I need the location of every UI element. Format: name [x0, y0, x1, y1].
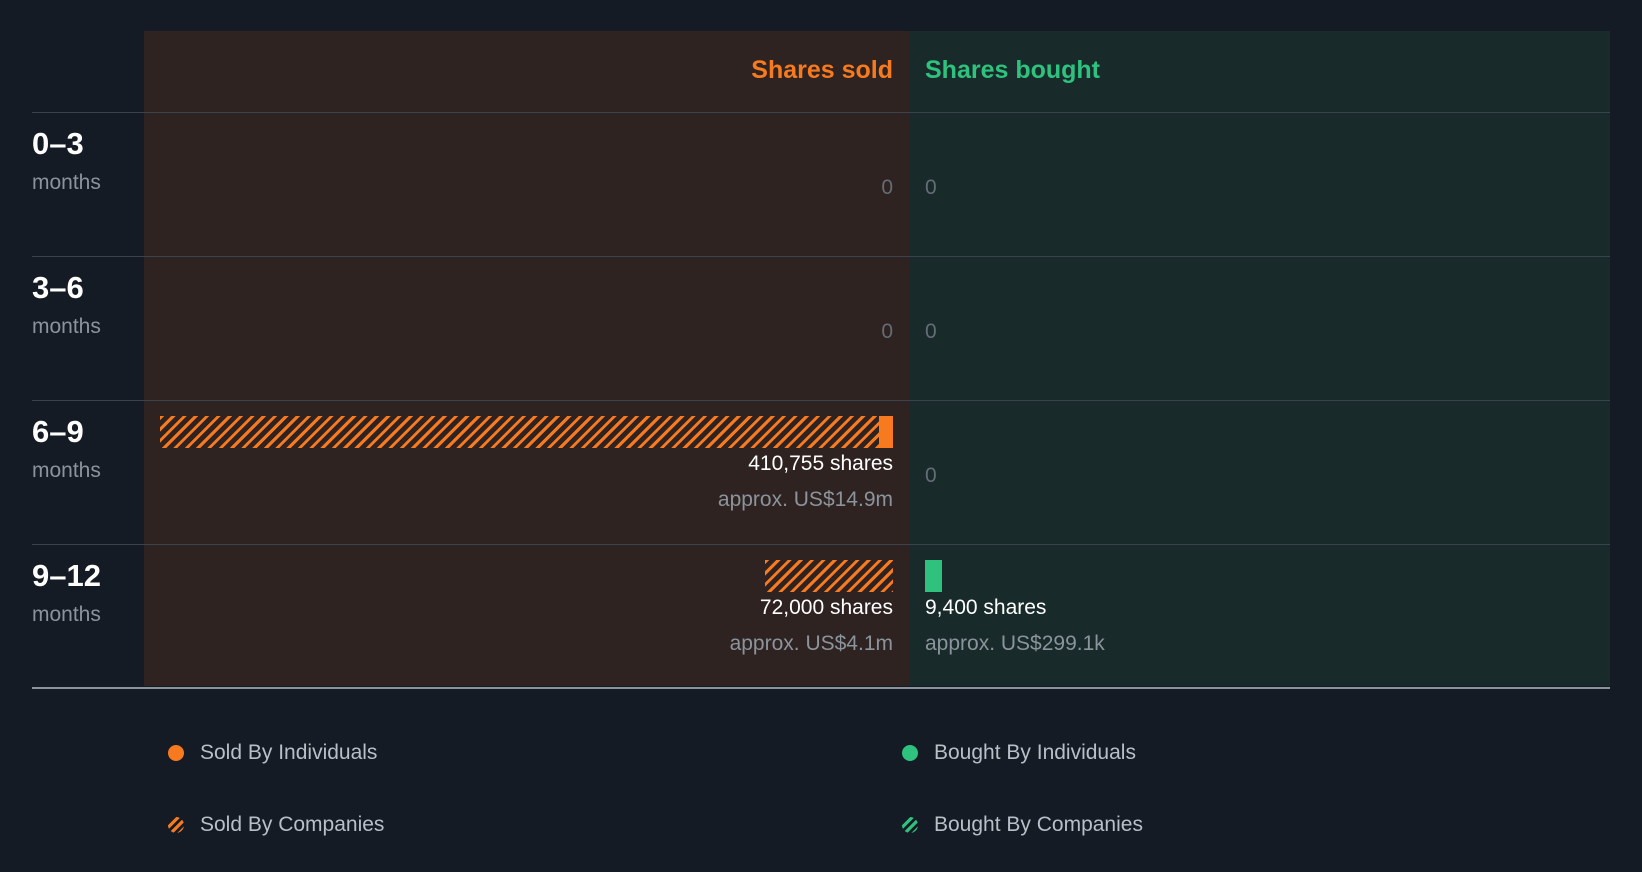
- chart-baseline: [32, 687, 1610, 689]
- sold-value-label: approx. US$4.1m: [729, 632, 893, 655]
- sold-zero-label: 0: [881, 320, 893, 343]
- sold-zero-label: 0: [881, 176, 893, 199]
- sold-shares-label: 72,000 shares: [759, 596, 893, 619]
- bought-zero-label: 0: [925, 176, 937, 199]
- legend-item-sold-companies[interactable]: Sold By Companies: [168, 813, 384, 837]
- legend-label: Bought By Companies: [934, 813, 1143, 836]
- legend-item-sold-individuals[interactable]: Sold By Individuals: [168, 741, 377, 765]
- header-divider: [32, 112, 1610, 113]
- solid-dot-green-icon: [902, 745, 918, 761]
- period-unit: months: [32, 459, 101, 482]
- solid-dot-orange-icon: [168, 745, 184, 761]
- legend-label: Bought By Individuals: [934, 741, 1136, 764]
- insider-trading-chart: Shares sold Shares bought 0–3 months 0 0 3–6…: [0, 0, 1642, 872]
- row-label: 0–3 months: [32, 126, 101, 196]
- sold-column-header: Shares sold: [751, 56, 893, 84]
- period-range: 3–6: [32, 270, 84, 305]
- bar-bought-individuals: [925, 560, 942, 592]
- sold-value-label: approx. US$14.9m: [717, 488, 893, 511]
- row-divider: [32, 400, 1610, 401]
- hatched-dot-orange-icon: [168, 817, 184, 833]
- bought-panel: [909, 31, 1610, 686]
- period-range: 0–3: [32, 126, 84, 161]
- period-range: 9–12: [32, 558, 101, 593]
- bought-zero-label: 0: [925, 464, 937, 487]
- bar-sold-companies: [765, 560, 893, 592]
- period-unit: months: [32, 171, 101, 194]
- bought-value-label: approx. US$299.1k: [925, 632, 1105, 655]
- bought-column-header: Shares bought: [925, 56, 1101, 84]
- legend-item-bought-individuals[interactable]: Bought By Individuals: [902, 741, 1136, 765]
- row-label: 9–12 months: [32, 558, 101, 628]
- legend-label: Sold By Companies: [200, 813, 385, 836]
- hatched-dot-green-icon: [902, 817, 918, 833]
- sold-shares-label: 410,755 shares: [748, 452, 893, 475]
- bought-shares-label: 9,400 shares: [925, 596, 1047, 619]
- legend-item-bought-companies[interactable]: Bought By Companies: [902, 813, 1143, 837]
- row-label: 6–9 months: [32, 414, 101, 484]
- row-divider: [32, 544, 1610, 545]
- bar-sold-companies: [160, 416, 879, 448]
- bar-sold-individuals: [879, 416, 893, 448]
- bought-zero-label: 0: [925, 320, 937, 343]
- legend-label: Sold By Individuals: [200, 741, 378, 764]
- period-range: 6–9: [32, 414, 84, 449]
- period-unit: months: [32, 603, 101, 626]
- period-unit: months: [32, 315, 101, 338]
- row-divider: [32, 256, 1610, 257]
- row-label: 3–6 months: [32, 270, 101, 340]
